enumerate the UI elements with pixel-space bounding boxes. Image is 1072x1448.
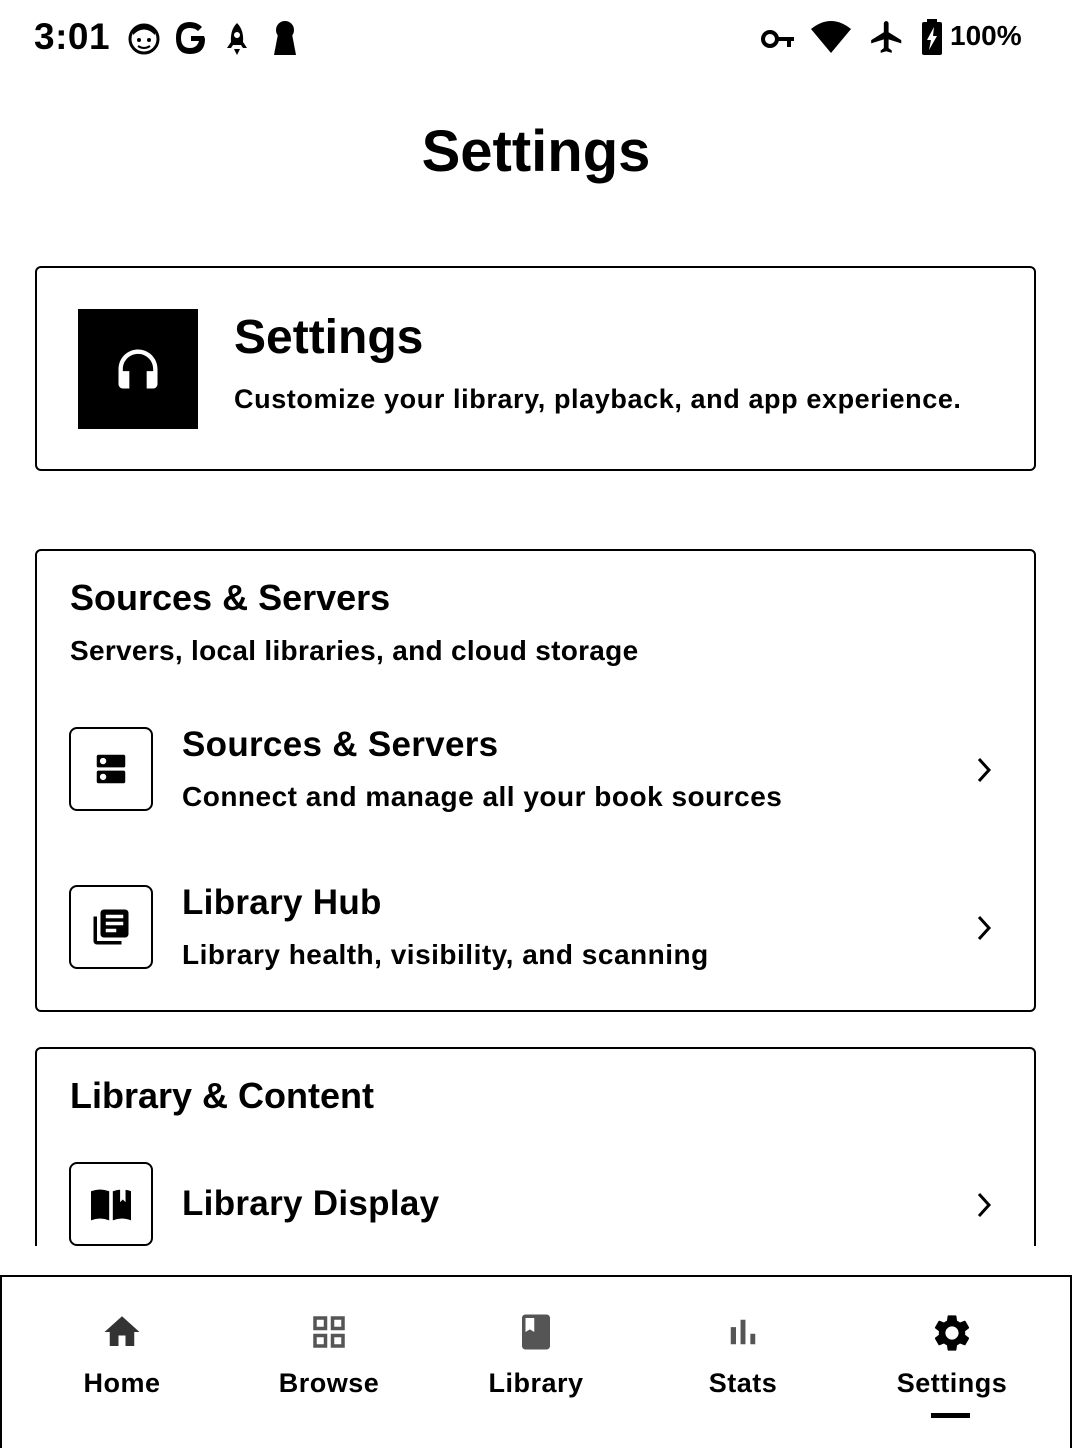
gear-icon <box>845 1311 1059 1355</box>
settings-header-card: Settings Customize your library, playbac… <box>35 266 1036 471</box>
nav-label: Library <box>488 1368 584 1398</box>
grid-icon <box>222 1311 436 1353</box>
scroll-content[interactable]: Settings Settings Customize your library… <box>0 0 1072 1246</box>
row-subtitle: Library health, visibility, and scanning <box>182 939 709 970</box>
row-subtitle: Connect and manage all your book sources <box>182 781 783 812</box>
section-subtitle: Servers, local libraries, and cloud stor… <box>70 635 639 666</box>
nav-stats[interactable]: Stats <box>636 1277 850 1448</box>
nav-label: Stats <box>708 1368 778 1398</box>
nav-label: Browse <box>278 1368 380 1398</box>
library-books-icon <box>69 885 153 969</box>
row-title: Sources & Servers <box>182 725 499 764</box>
bar-chart-icon <box>636 1311 850 1353</box>
row-title: Library Display <box>182 1184 440 1223</box>
active-tab-indicator <box>931 1413 970 1418</box>
chevron-right-icon <box>977 757 992 783</box>
book-icon <box>429 1311 643 1353</box>
settings-row-library-hub[interactable]: Library Hub Library health, visibility, … <box>37 883 1034 995</box>
home-icon <box>15 1311 229 1353</box>
nav-label: Home <box>83 1368 161 1398</box>
nav-library[interactable]: Library <box>429 1277 643 1448</box>
chevron-right-icon <box>977 1192 992 1218</box>
hero-title: Settings <box>234 311 424 364</box>
settings-row-sources-servers[interactable]: Sources & Servers Connect and manage all… <box>37 725 1034 837</box>
server-icon <box>69 727 153 811</box>
row-title: Library Hub <box>182 883 382 922</box>
section-title: Sources & Servers <box>70 577 391 618</box>
chevron-right-icon <box>977 915 992 941</box>
nav-label: Settings <box>896 1368 1008 1398</box>
bottom-navigation: Home Browse Library Stats Settings <box>0 1275 1072 1448</box>
headphones-icon <box>78 309 198 429</box>
nav-home[interactable]: Home <box>15 1277 229 1448</box>
page-title: Settings <box>421 119 651 184</box>
nav-browse[interactable]: Browse <box>222 1277 436 1448</box>
section-sources-servers: Sources & Servers Servers, local librari… <box>35 549 1036 1012</box>
settings-row-library-display[interactable]: Library Display <box>37 1162 1034 1246</box>
hero-subtitle: Customize your library, playback, and ap… <box>234 384 962 414</box>
section-title: Library & Content <box>70 1075 375 1116</box>
section-library-content: Library & Content Library Display <box>35 1047 1036 1246</box>
nav-settings[interactable]: Settings <box>845 1277 1059 1448</box>
open-book-icon <box>69 1162 153 1246</box>
